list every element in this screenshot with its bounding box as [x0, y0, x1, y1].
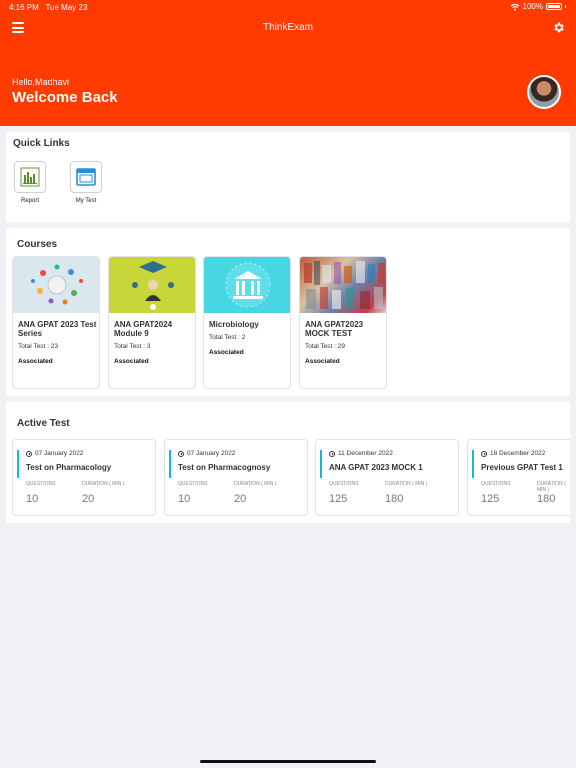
active-test-title: Active Test [17, 418, 70, 429]
test-card[interactable]: 18 December 2022 Previous GPAT Test 1 QU… [467, 439, 570, 516]
course-total: Total Test : 3 [114, 343, 151, 350]
duration-label: DURATION ( MIN ) [82, 481, 125, 487]
test-card[interactable]: 07 January 2022 Test on Pharmacognosy QU… [164, 439, 308, 516]
test-name: ANA GPAT 2023 MOCK 1 [329, 463, 423, 472]
welcome-header: Hello,Madhavi Welcome Back [0, 42, 576, 126]
my-test-icon-box[interactable] [70, 161, 102, 193]
course-name: Microbiology [209, 320, 259, 329]
institution-building-icon [225, 262, 271, 308]
quick-links-card: Quick Links Report My Test [6, 132, 570, 222]
test-card[interactable]: 11 December 2022 ANA GPAT 2023 MOCK 1 QU… [315, 439, 459, 516]
graduate-illustration-icon [132, 261, 174, 310]
nav-bar: ThinkExam [0, 14, 576, 42]
test-date-text: 07 January 2022 [35, 450, 84, 457]
app-title: ThinkExam [262, 22, 313, 33]
accent-bar [472, 450, 474, 478]
test-name: Previous GPAT Test 1 [481, 463, 563, 472]
test-date-text: 18 December 2022 [490, 450, 546, 457]
questions-label: QUESTIONS [481, 481, 511, 487]
quick-link-my-test-label: My Test [75, 198, 97, 204]
duration-label: DURATION ( MIN ) [234, 481, 277, 487]
duration-label: DURATION ( MIN ) [537, 481, 566, 493]
status-right: 100% [510, 2, 566, 11]
greeting-text: Hello,Madhavi [12, 77, 70, 87]
accent-bar [17, 450, 19, 478]
clock-icon [329, 450, 335, 457]
accent-bar [169, 450, 171, 478]
duration-label: DURATION ( MIN ) [385, 481, 428, 487]
quick-link-my-test[interactable]: My Test [66, 161, 106, 204]
status-bar: 4:16 PM Tue May 23 100% [0, 0, 576, 14]
course-thumbnail [204, 257, 290, 313]
test-date: 18 December 2022 [481, 450, 545, 457]
courses-title: Courses [17, 239, 58, 250]
status-time: 4:16 PM Tue May 23 [9, 3, 87, 12]
shelves-photo-icon [304, 261, 385, 309]
test-date: 07 January 2022 [178, 450, 235, 457]
test-date-text: 07 January 2022 [187, 450, 236, 457]
course-status: Associated [305, 358, 340, 365]
course-thumbnail [109, 257, 195, 313]
course-total: Total Test : 23 [18, 343, 58, 350]
questions-value: 10 [178, 493, 191, 505]
test-name: Test on Pharmacology [26, 463, 112, 472]
course-card[interactable]: ANA GPAT 2023 Test Series Total Test : 2… [12, 256, 100, 389]
questions-value: 125 [329, 493, 348, 505]
test-name: Test on Pharmacognosy [178, 463, 271, 472]
questions-label: QUESTIONS [329, 481, 359, 487]
status-clock: 4:16 PM [9, 3, 39, 12]
duration-value: 180 [385, 493, 404, 505]
test-date: 07 January 2022 [26, 450, 83, 457]
duration-value: 20 [82, 493, 95, 505]
battery-percent: 100% [522, 2, 543, 11]
status-date: Tue May 23 [45, 3, 88, 12]
quick-link-report-label: Report [20, 198, 39, 204]
course-total: Total Test : 2 [209, 334, 246, 341]
course-card[interactable]: ANA GPAT2023 MOCK TEST Total Test : 29 A… [299, 256, 387, 389]
course-status: Associated [209, 349, 244, 356]
course-status: Associated [114, 358, 149, 365]
questions-value: 125 [481, 493, 500, 505]
duration-value: 20 [234, 493, 247, 505]
questions-label: QUESTIONS [178, 481, 208, 487]
report-icon-box[interactable] [14, 161, 46, 193]
quick-links-title: Quick Links [13, 138, 70, 149]
avatar[interactable] [527, 75, 561, 109]
battery-tip [565, 5, 566, 8]
questions-label: QUESTIONS [26, 481, 56, 487]
wifi-icon [510, 3, 519, 11]
accent-bar [320, 450, 322, 478]
battery-icon [546, 3, 562, 10]
duration-value: 180 [537, 493, 556, 505]
clock-icon [481, 450, 487, 457]
bar-chart-icon [20, 167, 40, 187]
course-thumbnail [13, 257, 99, 313]
course-card[interactable]: Microbiology Total Test : 2 Associated [203, 256, 291, 389]
course-total: Total Test : 29 [305, 343, 345, 350]
course-name: ANA GPAT2023 MOCK TEST [305, 320, 364, 338]
course-name: ANA GPAT 2023 Test Series [18, 320, 97, 338]
test-card[interactable]: 07 January 2022 Test on Pharmacology QUE… [12, 439, 156, 516]
test-date: 11 December 2022 [329, 450, 393, 457]
course-status: Associated [18, 358, 53, 365]
clock-icon [26, 450, 32, 457]
course-thumbnail [300, 257, 386, 313]
browser-window-icon [76, 168, 96, 186]
quick-link-report[interactable]: Report [10, 161, 50, 204]
home-indicator[interactable] [200, 760, 376, 763]
course-name: ANA GPAT2024 Module 9 [114, 320, 173, 338]
gear-icon[interactable] [552, 21, 565, 34]
welcome-title: Welcome Back [12, 89, 118, 106]
network-illustration-icon [31, 264, 83, 305]
test-date-text: 11 December 2022 [338, 450, 393, 457]
questions-value: 10 [26, 493, 39, 505]
course-card[interactable]: ANA GPAT2024 Module 9 Total Test : 3 Ass… [108, 256, 196, 389]
clock-icon [178, 450, 184, 457]
